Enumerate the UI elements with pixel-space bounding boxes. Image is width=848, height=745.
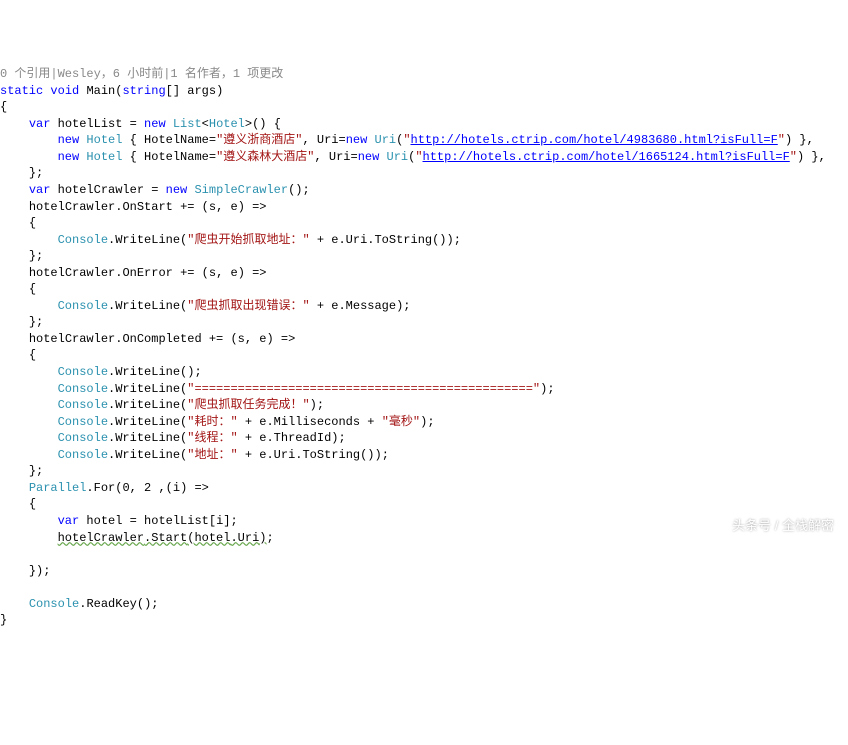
- url-link[interactable]: http://hotels.ctrip.com/hotel/1665124.ht…: [423, 150, 790, 164]
- codelens-info: 0 个引用|Wesley，6 小时前|1 名作者，1 项更改: [0, 67, 283, 81]
- keyword-void: void: [50, 84, 79, 98]
- code-hint: hotelCrawler.Start(hotel.Uri): [58, 531, 267, 545]
- method-name: Main: [86, 84, 115, 98]
- url-link[interactable]: http://hotels.ctrip.com/hotel/4983680.ht…: [411, 133, 778, 147]
- keyword-static: static: [0, 84, 43, 98]
- watermark-text: 头条号 / 全栈解密: [732, 517, 834, 535]
- code-editor: 0 个引用|Wesley，6 小时前|1 名作者，1 项更改 static vo…: [0, 66, 848, 629]
- keyword-string: string: [122, 84, 165, 98]
